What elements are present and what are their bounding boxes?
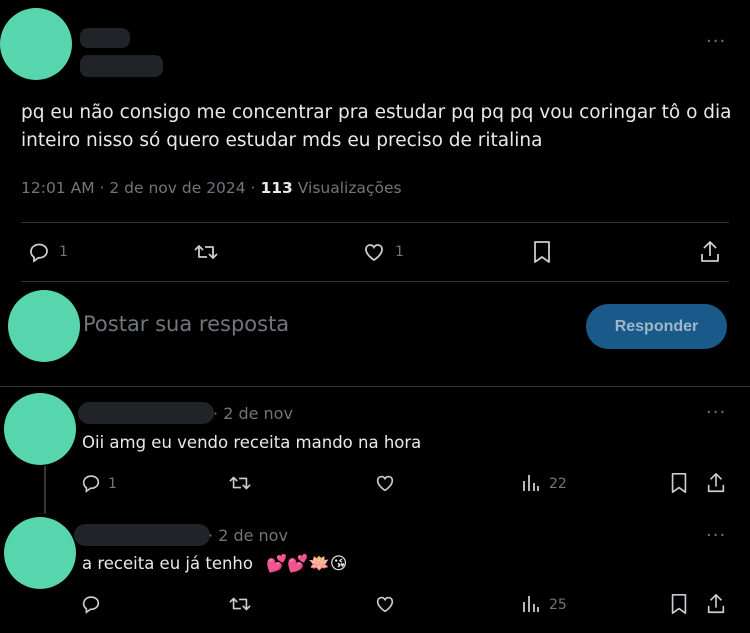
author-avatar[interactable] bbox=[0, 8, 72, 80]
share-icon[interactable] bbox=[698, 239, 722, 265]
bookmark-icon[interactable] bbox=[668, 592, 690, 616]
more-options-icon[interactable]: ··· bbox=[706, 33, 726, 51]
retweet-icon[interactable] bbox=[193, 240, 219, 264]
meta-separator: · bbox=[213, 404, 219, 423]
bookmark-icon[interactable] bbox=[668, 471, 690, 495]
reply-author-redacted[interactable] bbox=[74, 524, 210, 546]
meta-separator: · bbox=[208, 526, 214, 545]
views-icon[interactable] bbox=[521, 473, 541, 493]
reply-avatar[interactable] bbox=[4, 517, 76, 589]
post-time[interactable]: 12:01 AM bbox=[21, 179, 95, 197]
reply-icon[interactable] bbox=[80, 593, 102, 615]
share-icon[interactable] bbox=[705, 592, 727, 616]
meta-separator: · bbox=[99, 179, 105, 197]
reply-text: a receita eu já tenho 💕💕🪷😘 bbox=[82, 554, 347, 574]
views-icon[interactable] bbox=[521, 594, 541, 614]
user-avatar[interactable] bbox=[8, 290, 80, 362]
reply-input[interactable]: Postar sua resposta bbox=[83, 312, 289, 336]
reply-date-text[interactable]: 2 de nov bbox=[218, 526, 288, 545]
reply-avatar[interactable] bbox=[4, 393, 76, 465]
author-name-redacted[interactable] bbox=[80, 28, 130, 48]
bookmark-icon[interactable] bbox=[530, 239, 554, 265]
reply-date[interactable]: · 2 de nov bbox=[213, 404, 293, 423]
share-icon[interactable] bbox=[705, 471, 727, 495]
thread-line bbox=[44, 466, 46, 514]
reply-date[interactable]: · 2 de nov bbox=[208, 526, 288, 545]
reply-button[interactable]: Responder bbox=[586, 304, 727, 349]
views-count: 22 bbox=[549, 476, 567, 492]
views-label: Visualizações bbox=[297, 179, 402, 197]
post-date[interactable]: 2 de nov de 2024 bbox=[109, 179, 245, 197]
views-count: 113 bbox=[260, 179, 293, 197]
reply-count: 1 bbox=[59, 244, 68, 260]
reply-text-body: a receita eu já tenho bbox=[82, 554, 253, 573]
retweet-icon[interactable] bbox=[228, 472, 252, 494]
post-text: pq eu não consigo me concentrar pra estu… bbox=[21, 102, 732, 151]
like-icon[interactable] bbox=[374, 472, 396, 494]
reply-count: 1 bbox=[108, 476, 117, 492]
reply-icon[interactable] bbox=[80, 472, 102, 494]
divider bbox=[21, 281, 729, 282]
more-options-icon[interactable]: ··· bbox=[706, 527, 726, 545]
like-icon[interactable] bbox=[362, 240, 386, 264]
meta-separator: · bbox=[250, 179, 256, 197]
reply-author-redacted[interactable] bbox=[78, 402, 214, 424]
reply-text: Oii amg eu vendo receita mando na hora bbox=[82, 433, 422, 452]
post-meta: 12:01 AM · 2 de nov de 2024 · 113 Visual… bbox=[21, 179, 402, 197]
divider bbox=[0, 386, 750, 387]
views-count: 25 bbox=[549, 597, 567, 613]
divider bbox=[21, 222, 729, 223]
more-options-icon[interactable]: ··· bbox=[706, 404, 726, 422]
like-icon[interactable] bbox=[374, 593, 396, 615]
reply-date-text[interactable]: 2 de nov bbox=[223, 404, 293, 423]
retweet-icon[interactable] bbox=[228, 593, 252, 615]
reply-emoji: 💕💕🪷😘 bbox=[266, 554, 348, 574]
author-handle-redacted[interactable] bbox=[80, 55, 163, 77]
like-count: 1 bbox=[395, 244, 404, 260]
reply-icon[interactable] bbox=[27, 240, 51, 264]
